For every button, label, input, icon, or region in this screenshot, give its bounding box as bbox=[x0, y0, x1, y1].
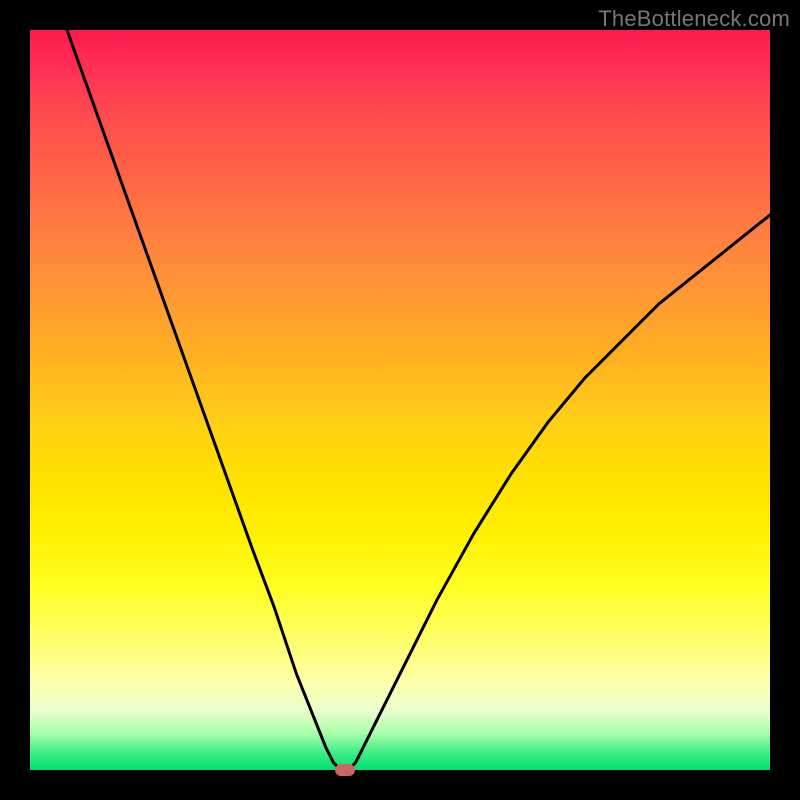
plot-area bbox=[30, 30, 770, 770]
chart-container: TheBottleneck.com bbox=[0, 0, 800, 800]
watermark-text: TheBottleneck.com bbox=[598, 6, 790, 32]
minimum-marker bbox=[335, 764, 355, 776]
bottleneck-curve bbox=[30, 30, 770, 770]
